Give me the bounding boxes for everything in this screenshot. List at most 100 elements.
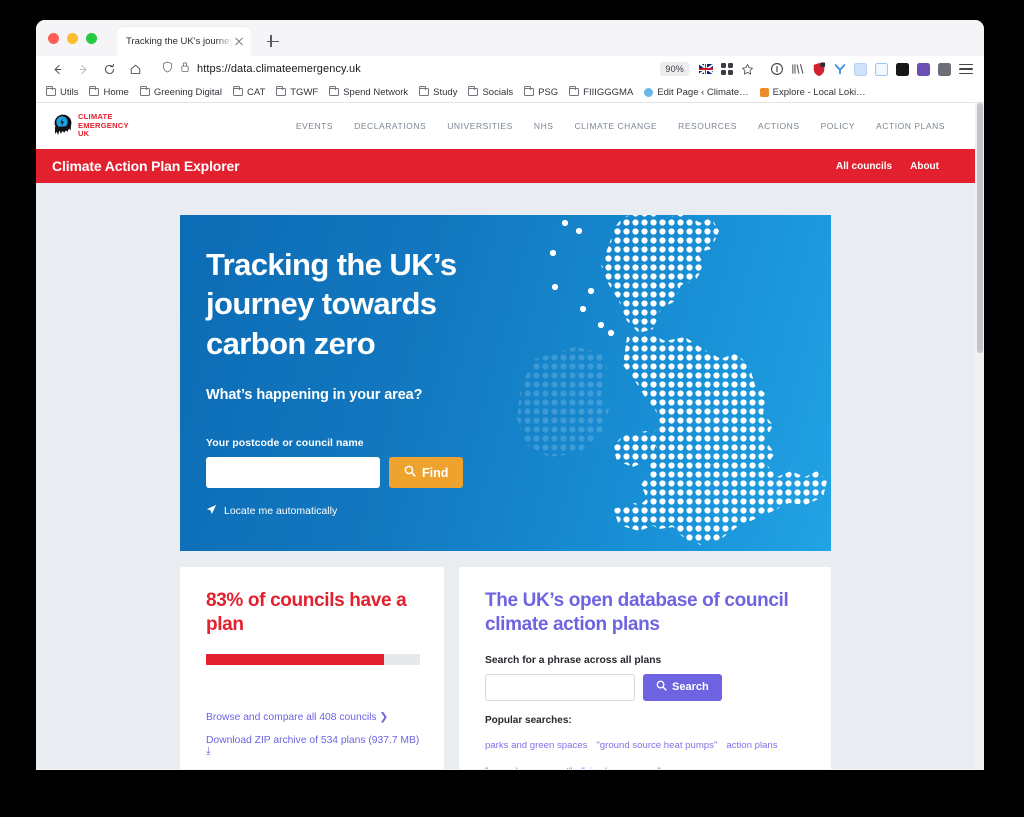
hero-subheading: What’s happening in your area?: [206, 387, 423, 404]
back-icon[interactable]: [44, 59, 70, 79]
browse-councils-link[interactable]: Browse and compare all 408 councils ❯: [206, 711, 420, 723]
home-icon[interactable]: [122, 59, 148, 79]
stat-card-links: Browse and compare all 408 councils ❯ Do…: [206, 711, 420, 758]
bookmark-item[interactable]: Explore - Local Loki…: [759, 87, 866, 98]
bookmarks-bar: Utils Home Greening Digital CAT TGWF Spe…: [36, 82, 984, 103]
address-bar[interactable]: https://data.climateemergency.uk: [152, 59, 660, 79]
popular-searches-row: parks and green spaces "ground source hea…: [485, 731, 807, 757]
globe-icon: [644, 87, 654, 97]
close-window-button[interactable]: [48, 32, 59, 44]
favicon-icon: [759, 87, 769, 97]
tab-strip: Tracking the UK's journey towards c: [36, 20, 984, 56]
phrase-search-input[interactable]: [485, 673, 635, 701]
logo-line-1: CLIMATE: [78, 111, 113, 121]
document-extension-icon[interactable]: [850, 59, 871, 79]
hero-section: Tracking the UK’s journey towards carbon…: [180, 215, 831, 551]
menu-icon[interactable]: [955, 59, 976, 79]
popular-searches-label: Popular searches:: [485, 714, 572, 726]
bookmark-label: Spend Network: [343, 86, 409, 98]
search-icon: [404, 465, 416, 480]
minimize-window-button[interactable]: [67, 32, 78, 44]
find-form: Find: [206, 457, 831, 489]
banner-link-about[interactable]: About: [910, 161, 939, 172]
database-headline: The UK’s open database of council climat…: [485, 590, 789, 636]
folder-icon: [232, 85, 243, 96]
nav-item-nhs[interactable]: NHS: [534, 121, 554, 131]
nav-item-policy[interactable]: POLICY: [821, 121, 855, 131]
bookmark-item[interactable]: Edit Page ‹ Climate…: [644, 87, 749, 98]
browser-tab[interactable]: Tracking the UK's journey towards c: [117, 27, 251, 56]
new-tab-icon[interactable]: [265, 33, 281, 49]
bookmark-item[interactable]: Home: [89, 85, 129, 98]
y-extension-icon[interactable]: [829, 59, 850, 79]
pocket-extension-icon[interactable]: [871, 59, 892, 79]
bookmark-item[interactable]: Socials: [468, 85, 513, 98]
logo-text: CLIMATE EMERGENCY UK: [78, 111, 129, 139]
close-tab-icon[interactable]: [233, 36, 245, 48]
popular-search-link[interactable]: "ground source heat pumps": [596, 740, 717, 751]
library-icon[interactable]: [787, 59, 808, 79]
hero-inner: Tracking the UK’s journey towards carbon…: [180, 215, 831, 520]
climate-emergency-uk-logo[interactable]: CLIMATE EMERGENCY UK: [52, 111, 129, 139]
find-button-label: Find: [422, 465, 449, 480]
find-button[interactable]: Find: [389, 457, 464, 489]
bookmark-item[interactable]: FIIIGGGMA: [569, 85, 634, 98]
nav-item-events[interactable]: EVENTS: [296, 121, 333, 131]
database-card: The UK’s open database of council climat…: [459, 567, 831, 769]
folder-icon: [139, 85, 150, 96]
postcode-input[interactable]: [206, 457, 380, 489]
bookmark-item[interactable]: TGWF: [276, 85, 319, 98]
page-scrollbar[interactable]: [975, 103, 984, 769]
search-button-label: Search: [672, 681, 709, 694]
browser-toolbar: https://data.climateemergency.uk 90%: [36, 56, 984, 82]
popular-search-link[interactable]: "circular economy": [581, 766, 660, 769]
bookmark-label: Study: [433, 86, 458, 98]
bookmark-item[interactable]: PSG: [523, 85, 558, 98]
postcode-field-label: Your postcode or council name: [206, 437, 364, 450]
popular-search-link[interactable]: action plans: [726, 740, 777, 751]
shield-icon[interactable]: [162, 60, 173, 78]
maximize-window-button[interactable]: [86, 32, 97, 44]
popular-search-link[interactable]: parks and green spaces: [485, 740, 587, 751]
forward-icon[interactable]: [70, 59, 96, 79]
cards-row: 83% of councils have a plan Browse and c…: [180, 567, 831, 769]
nav-item-action-plans[interactable]: ACTION PLANS: [876, 121, 945, 131]
bookmark-item[interactable]: Spend Network: [329, 85, 409, 98]
download-zip-link[interactable]: Download ZIP archive of 534 plans (937.7…: [206, 735, 420, 758]
nav-item-climate-change[interactable]: CLIMATE CHANGE: [574, 121, 657, 131]
popular-search-link[interactable]: "green homes grant": [485, 766, 572, 769]
bookmark-star-icon[interactable]: [737, 59, 758, 79]
purple-extension-icon[interactable]: [913, 59, 934, 79]
locate-me-link[interactable]: Locate me automatically: [224, 505, 337, 517]
bookmark-item[interactable]: Utils: [45, 85, 78, 98]
gray-extension-icon[interactable]: [934, 59, 955, 79]
shield-extension-icon[interactable]: [808, 59, 829, 79]
bookmark-item[interactable]: Greening Digital: [139, 85, 222, 98]
nav-item-universities[interactable]: UNIVERSITIES: [447, 121, 513, 131]
bookmark-item[interactable]: Study: [419, 85, 458, 98]
lock-icon[interactable]: [180, 60, 190, 78]
uk-flag-icon[interactable]: [695, 59, 716, 79]
page-info-icon[interactable]: [766, 59, 787, 79]
banner-link-all-councils[interactable]: All councils: [836, 161, 892, 172]
search-button[interactable]: Search: [643, 673, 722, 701]
nav-item-resources[interactable]: RESOURCES: [678, 121, 737, 131]
reload-icon[interactable]: [96, 59, 122, 79]
extensions-grid-icon[interactable]: [716, 59, 737, 79]
logo-line-3: UK: [78, 129, 90, 139]
page-viewport: CLIMATE EMERGENCY UK EVENTS DECLARATIONS…: [36, 103, 984, 769]
bookmark-item[interactable]: CAT: [232, 85, 266, 98]
zoom-level-badge[interactable]: 90%: [660, 62, 689, 76]
nav-item-actions[interactable]: ACTIONS: [758, 121, 800, 131]
app-banner: Climate Action Plan Explorer All council…: [36, 149, 975, 183]
page-content: CLIMATE EMERGENCY UK EVENTS DECLARATIONS…: [36, 103, 975, 769]
bookmark-label: CAT: [246, 86, 266, 98]
scrollbar-thumb[interactable]: [976, 103, 983, 353]
bookmark-label: TGWF: [290, 86, 319, 98]
nav-item-declarations[interactable]: DECLARATIONS: [354, 121, 426, 131]
bookmark-label: FIIIGGGMA: [583, 86, 634, 98]
folder-icon: [569, 85, 580, 96]
plan-progress-bar: [206, 654, 420, 666]
dark-extension-icon[interactable]: [892, 59, 913, 79]
tab-title: Tracking the UK's journey towards c: [126, 36, 233, 47]
